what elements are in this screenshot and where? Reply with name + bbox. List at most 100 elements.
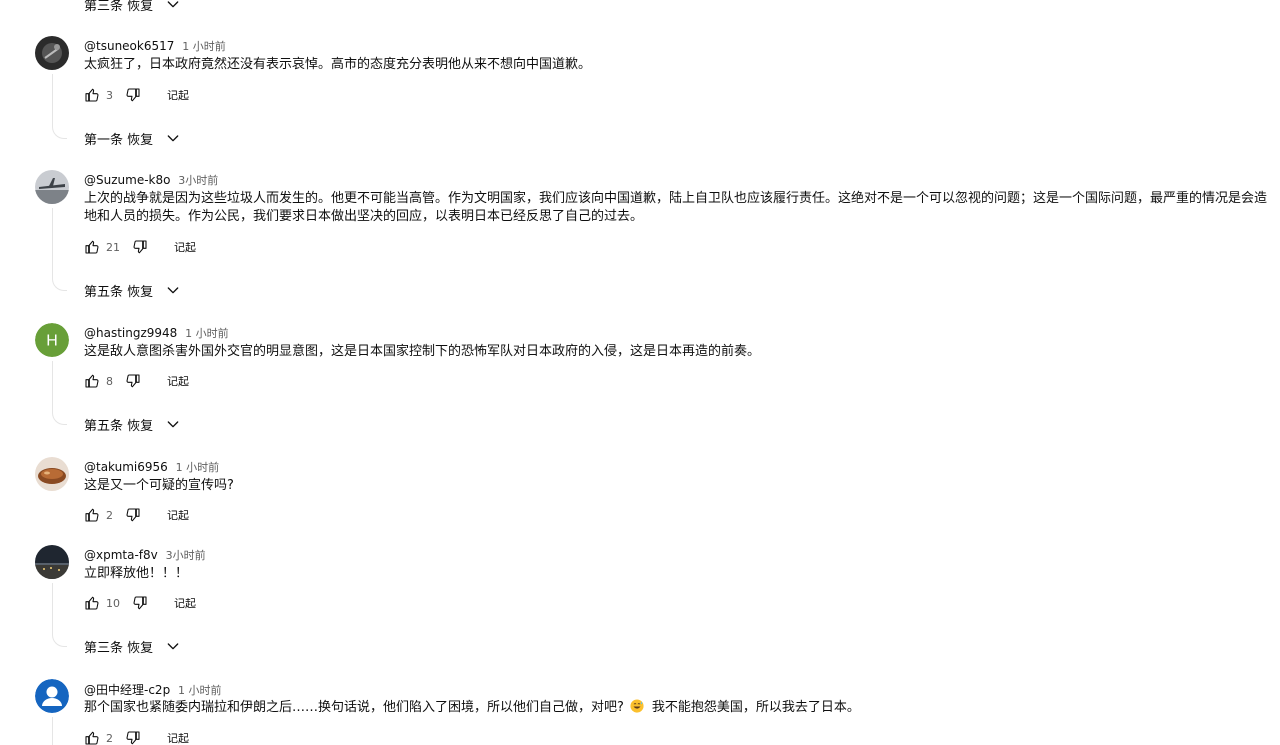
comment-text-line: 太疯狂了，日本政府竟然还没有表示哀悼。高市的态度充分表明他从来不想向中国道歉。 — [84, 57, 592, 72]
thumb-up-icon[interactable] — [84, 87, 100, 103]
like-count: 21 — [106, 240, 120, 254]
thread-line — [52, 361, 53, 410]
author-handle[interactable]: @takumi6956 — [84, 460, 168, 474]
chevron-down-icon — [165, 638, 181, 654]
author-handle[interactable]: @tsuneok6517 — [84, 39, 174, 53]
comment-header: @田中经理-c2p 1 小时前 — [84, 681, 222, 698]
comment-text-segment: 我不能抱怨美国，所以我去了日本。 — [651, 700, 860, 715]
comment-header: @hastingz9948 1 小时前 — [84, 325, 229, 341]
comment-text: 上次的战争就是因为这些垃圾人而发生的。他更不可能当高管。作为文明国家，我们应该向… — [84, 190, 1267, 226]
thread-curve — [52, 276, 67, 291]
timestamp[interactable]: 3小时前 — [178, 174, 218, 187]
comment-actions: 2 记起 — [84, 728, 189, 745]
thumb-up-icon[interactable] — [84, 730, 100, 745]
timestamp[interactable]: 1 小时前 — [185, 327, 229, 340]
reply-button[interactable]: 记起 — [174, 239, 196, 255]
comments-page: 第三条 恢复 @tsuneok6517 1 小时前 太疯狂了，日本政府竟然还没有… — [0, 0, 1280, 745]
like-count: 8 — [106, 374, 113, 388]
thread-line — [52, 717, 53, 745]
author-handle[interactable]: @xpmta-f8v — [84, 548, 158, 562]
comment-text-segment: 那个国家也紧随委内瑞拉和伊朗之后……换句话说，他们陷入了困境，所以他们自己做，对… — [84, 700, 624, 715]
thumb-up-icon[interactable] — [84, 507, 100, 523]
thumb-up-icon[interactable] — [84, 239, 100, 255]
comment-text: 太疯狂了，日本政府竟然还没有表示哀悼。高市的态度充分表明他从来不想向中国道歉。 — [84, 56, 591, 74]
chevron-down-icon — [165, 0, 181, 12]
author-handle[interactable]: @Suzume-k8o — [84, 173, 170, 187]
comment-text: 这是又一个可疑的宣传吗? — [84, 477, 234, 495]
thumb-down-icon[interactable] — [132, 595, 148, 611]
chevron-down-icon — [165, 130, 181, 146]
comment-text-line: 那个国家也紧随委内瑞拉和伊朗之后……换句话说，他们陷入了困境，所以他们自己做，对… — [84, 699, 860, 717]
author-handle[interactable]: @田中经理-c2p — [84, 683, 170, 697]
like-count: 2 — [106, 731, 113, 745]
replies-toggle-label: 第三条 恢复 — [84, 640, 154, 656]
thumb-down-icon[interactable] — [125, 507, 141, 523]
comment-text: 这是敌人意图杀害外国外交官的明显意图，这是日本国家控制下的恐怖军队对日本政府的入… — [84, 343, 760, 361]
comment-text: 立即释放他！！！ — [84, 565, 188, 583]
grinning-sweat-emoji-icon — [630, 699, 644, 713]
reply-button[interactable]: 记起 — [167, 507, 189, 523]
comment-item: @田中经理-c2p 1 小时前 那个国家也紧随委内瑞拉和伊朗之后……换句话说，他… — [0, 679, 1280, 745]
reply-button[interactable]: 记起 — [167, 373, 189, 389]
comment-actions: 10 记起 — [84, 593, 196, 613]
comment-actions: 2 记起 — [84, 505, 189, 525]
reply-button[interactable]: 记起 — [174, 595, 196, 611]
default-user-avatar-icon — [35, 679, 69, 713]
comment-text: 那个国家也紧随委内瑞拉和伊朗之后……换句话说，他们陷入了困境，所以他们自己做，对… — [84, 699, 860, 717]
author-handle[interactable]: @hastingz9948 — [84, 326, 177, 340]
replies-toggle-label: 第三条 恢复 — [84, 0, 154, 14]
replies-toggle-label: 第五条 恢复 — [84, 284, 154, 300]
chevron-down-icon — [165, 282, 181, 298]
timestamp[interactable]: 1 小时前 — [178, 684, 222, 697]
like-count: 3 — [106, 88, 113, 102]
replies-toggle-label: 第一条 恢复 — [84, 132, 154, 148]
comment-header: @tsuneok6517 1 小时前 — [84, 38, 226, 54]
comment-item: @xpmta-f8v 3小时前 立即释放他！！！ 10 记起 — [0, 545, 1280, 655]
replies-toggle[interactable]: 第三条 恢复 — [84, 0, 181, 14]
aircraft-photo-avatar-icon — [35, 170, 69, 204]
like-count: 10 — [106, 596, 120, 610]
comment-actions: 3 记起 — [84, 85, 189, 105]
avatar[interactable] — [35, 457, 69, 491]
replies-toggle[interactable]: 第五条 恢复 — [84, 414, 181, 434]
avatar[interactable] — [35, 170, 69, 204]
comment-actions: 21 记起 — [84, 237, 196, 257]
thumb-down-icon[interactable] — [125, 730, 141, 745]
thread-line — [52, 208, 53, 276]
reply-button[interactable]: 记起 — [167, 87, 189, 103]
replies-toggle[interactable]: 第五条 恢复 — [84, 280, 181, 300]
comment-text-line: 地和人员的损失。作为公民，我们要求日本做出坚决的回应，以表明日本已经反思了自己的… — [84, 209, 644, 224]
night-city-photo-avatar-icon — [35, 545, 69, 579]
comment-text-line: 这是敌人意图杀害外国外交官的明显意图，这是日本国家控制下的恐怖军队对日本政府的入… — [84, 344, 761, 359]
thread-line — [52, 74, 53, 124]
like-count: 2 — [106, 508, 113, 522]
letter-avatar-icon: H — [35, 323, 69, 357]
comment-text-line: 这是又一个可疑的宣传吗? — [84, 478, 234, 493]
replies-toggle[interactable]: 第三条 恢复 — [84, 636, 181, 656]
dark-photo-avatar-icon — [35, 36, 69, 70]
reply-button[interactable]: 记起 — [167, 730, 189, 745]
comment-actions: 8 记起 — [84, 371, 189, 391]
avatar[interactable] — [35, 679, 69, 713]
thumb-down-icon[interactable] — [132, 239, 148, 255]
thumb-down-icon[interactable] — [125, 373, 141, 389]
avatar[interactable] — [35, 36, 69, 70]
avatar[interactable]: H — [35, 323, 69, 357]
comment-header: @Suzume-k8o 3小时前 — [84, 172, 218, 188]
replies-toggle-label: 第五条 恢复 — [84, 418, 154, 434]
timestamp[interactable]: 1 小时前 — [176, 461, 220, 474]
avatar[interactable] — [35, 545, 69, 579]
replies-toggle[interactable]: 第一条 恢复 — [84, 128, 181, 148]
comment-header: @xpmta-f8v 3小时前 — [84, 547, 206, 563]
comment-header: @takumi6956 1 小时前 — [84, 459, 219, 475]
comment-item: @Suzume-k8o 3小时前 上次的战争就是因为这些垃圾人而发生的。他更不可… — [0, 170, 1280, 280]
thumb-up-icon[interactable] — [84, 595, 100, 611]
comment-text-line: 上次的战争就是因为这些垃圾人而发生的。他更不可能当高管。作为文明国家，我们应该向… — [84, 191, 1268, 206]
chevron-down-icon — [165, 416, 181, 432]
comment-item: @tsuneok6517 1 小时前 太疯狂了，日本政府竟然还没有表示哀悼。高市… — [0, 36, 1280, 146]
thumb-up-icon[interactable] — [84, 373, 100, 389]
thumb-down-icon[interactable] — [125, 87, 141, 103]
timestamp[interactable]: 3小时前 — [166, 549, 206, 562]
food-photo-avatar-icon — [35, 457, 69, 491]
timestamp[interactable]: 1 小时前 — [182, 40, 226, 53]
